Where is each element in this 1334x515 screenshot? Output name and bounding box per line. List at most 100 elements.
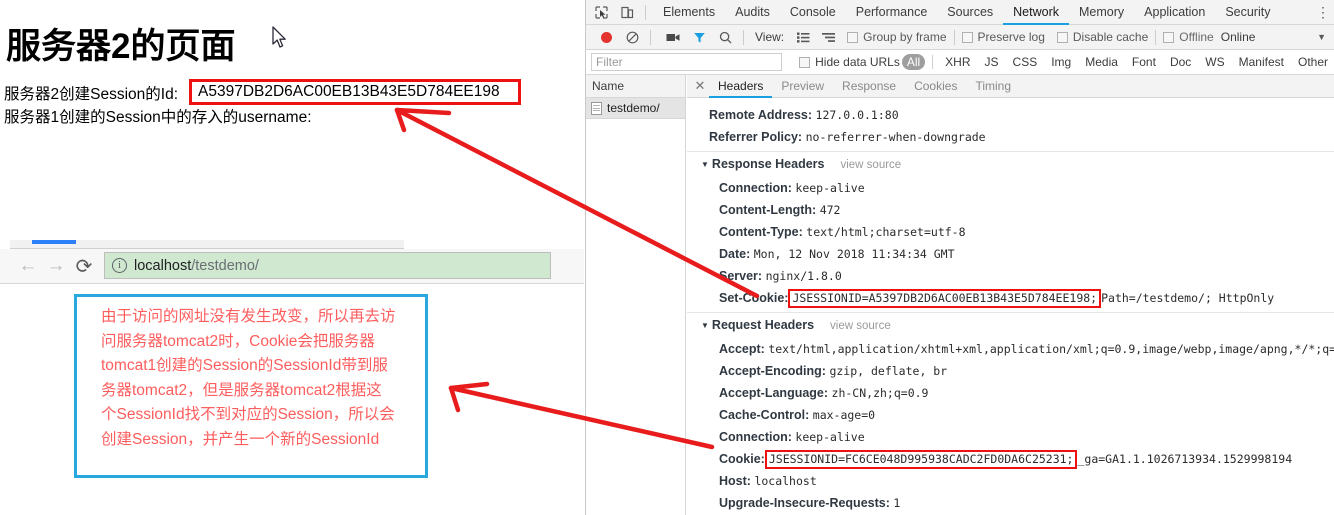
header-row: Server: nginx/1.8.0 [687, 265, 1334, 287]
filter-type-media[interactable]: Media [1080, 54, 1123, 70]
devtools-panel: Elements Audits Console Performance Sour… [585, 0, 1334, 515]
camera-icon[interactable] [662, 26, 684, 48]
header-value: localhost [754, 474, 817, 488]
back-icon[interactable]: ← [16, 254, 40, 278]
request-detail-pane: ✕ Headers Preview Response Cookies Timin… [687, 75, 1334, 515]
tab-sources[interactable]: Sources [937, 0, 1003, 25]
request-headers-section-title[interactable]: ▼ Request Headers view source [687, 312, 1334, 338]
header-row: Connection: keep-alive [687, 177, 1334, 199]
header-value: 127.0.0.1:80 [815, 108, 899, 122]
more-options-icon[interactable]: ⋮ [1315, 2, 1331, 22]
site-info-icon[interactable]: i [112, 258, 127, 273]
filter-type-xhr[interactable]: XHR [940, 54, 975, 70]
header-value: no-referrer-when-downgrade [805, 130, 986, 144]
header-key: Content-Length: [719, 203, 817, 217]
waterfall-view-icon[interactable] [818, 26, 840, 48]
header-row: Remote Address: 127.0.0.1:80 [687, 104, 1334, 126]
filter-type-js[interactable]: JS [980, 54, 1004, 70]
devtools-tabbar: Elements Audits Console Performance Sour… [586, 0, 1334, 25]
url-path: /testdemo/ [191, 257, 259, 274]
header-row: Upgrade-Insecure-Requests: 1 [687, 492, 1334, 514]
filter-type-manifest[interactable]: Manifest [1234, 54, 1289, 70]
tab-console[interactable]: Console [780, 0, 846, 25]
checkbox-box[interactable] [1056, 31, 1068, 43]
navigation-bar: ← → ⟳ i localhost/testdemo/ [0, 249, 584, 284]
forward-icon[interactable]: → [44, 254, 68, 278]
note-line: 创建Session，并产生一个新的SessionId [101, 430, 380, 448]
header-value: Mon, 12 Nov 2018 11:34:34 GMT [753, 247, 955, 261]
response-headers-section-title[interactable]: ▼ Response Headers view source [687, 151, 1334, 177]
address-bar[interactable]: i localhost/testdemo/ [104, 252, 551, 279]
set-cookie-rest: Path=/testdemo/; HttpOnly [1101, 291, 1275, 305]
offline-checkbox[interactable]: Offline [1163, 30, 1214, 44]
note-line: 由于访问的网址没有发生改变，所以再去访 [101, 308, 396, 325]
inspect-element-icon[interactable] [590, 1, 612, 23]
header-key: Accept-Encoding: [719, 364, 826, 378]
filter-icon[interactable] [688, 26, 710, 48]
group-by-frame-checkbox[interactable]: Group by frame [847, 30, 947, 44]
tab-audits[interactable]: Audits [725, 0, 780, 25]
reload-icon[interactable]: ⟳ [72, 254, 96, 278]
header-value: gzip, deflate, br [829, 364, 948, 378]
browser-chrome: ← → ⟳ i localhost/testdemo/ [0, 240, 584, 284]
disable-cache-checkbox[interactable]: Disable cache [1056, 30, 1149, 44]
headers-content: Remote Address: 127.0.0.1:80 Referrer Po… [687, 98, 1334, 514]
header-key: Cache-Control: [719, 408, 810, 422]
chevron-down-icon[interactable]: ▼ [1317, 32, 1326, 42]
browser-page: 服务器2的页面 服务器2创建Session的Id: A5397DB2D6AC00… [0, 0, 584, 515]
tab-application[interactable]: Application [1134, 0, 1215, 25]
header-key: Cookie: [719, 452, 765, 466]
search-icon[interactable] [714, 26, 736, 48]
tab-security[interactable]: Security [1215, 0, 1280, 25]
triangle-down-icon: ▼ [701, 159, 709, 169]
checkbox-box[interactable] [847, 31, 859, 43]
tab-network[interactable]: Network [1003, 0, 1069, 25]
close-icon[interactable]: ✕ [691, 78, 709, 94]
view-source-link[interactable]: view source [830, 320, 891, 332]
hide-data-urls-label: Hide data URLs [815, 55, 900, 69]
record-icon[interactable] [595, 26, 617, 48]
detail-tabbar: ✕ Headers Preview Response Cookies Timin… [687, 75, 1334, 98]
preserve-log-checkbox[interactable]: Preserve log [961, 30, 1045, 44]
tab-memory[interactable]: Memory [1069, 0, 1134, 25]
hide-data-urls-checkbox[interactable]: Hide data URLs [799, 55, 900, 69]
tab-elements[interactable]: Elements [653, 0, 725, 25]
header-value: text/html,application/xhtml+xml,applicat… [768, 342, 1334, 356]
device-toolbar-icon[interactable] [616, 1, 638, 23]
filter-type-ws[interactable]: WS [1200, 54, 1229, 70]
filter-type-all[interactable]: All [901, 54, 926, 70]
filter-type-font[interactable]: Font [1127, 54, 1161, 70]
group-by-frame-label: Group by frame [863, 30, 947, 44]
header-row: Connection: keep-alive [687, 426, 1334, 448]
list-view-icon[interactable] [792, 26, 814, 48]
header-row: Referrer Policy: no-referrer-when-downgr… [687, 126, 1334, 148]
detail-tab-response[interactable]: Response [833, 75, 905, 98]
detail-tab-headers[interactable]: Headers [709, 75, 772, 98]
header-key: Accept-Language: [719, 386, 829, 400]
detail-tab-preview[interactable]: Preview [772, 75, 833, 98]
clear-icon[interactable] [621, 26, 643, 48]
throttling-select-value[interactable]: Online [1221, 30, 1256, 44]
header-value: nginx/1.8.0 [765, 269, 842, 283]
checkbox-box[interactable] [1163, 31, 1175, 43]
checkbox-box[interactable] [799, 56, 811, 68]
header-row: Accept: text/html,application/xhtml+xml,… [687, 338, 1334, 360]
triangle-down-icon: ▼ [701, 320, 709, 330]
disable-cache-label: Disable cache [1072, 30, 1149, 44]
view-source-link[interactable]: view source [840, 159, 901, 171]
filter-type-other[interactable]: Other [1293, 54, 1333, 70]
filter-type-img[interactable]: Img [1046, 54, 1076, 70]
tab-performance[interactable]: Performance [846, 0, 938, 25]
network-filterbar: Filter Hide data URLs All XHR JS CSS Img… [586, 50, 1334, 75]
filter-type-doc[interactable]: Doc [1165, 54, 1196, 70]
username-label: 服务器1创建的Session中的存入的username: [4, 109, 312, 126]
checkbox-box[interactable] [961, 31, 973, 43]
detail-tab-timing[interactable]: Timing [966, 75, 1020, 98]
detail-tab-cookies[interactable]: Cookies [905, 75, 966, 98]
filter-type-css[interactable]: CSS [1008, 54, 1043, 70]
header-key: Upgrade-Insecure-Requests: [719, 496, 890, 510]
note-line: tomcat1创建的Session的SessionId带到服 [101, 357, 388, 374]
filter-input[interactable]: Filter [591, 53, 783, 71]
active-tab-indicator[interactable] [32, 240, 76, 244]
request-row[interactable]: testdemo/ [586, 98, 685, 119]
